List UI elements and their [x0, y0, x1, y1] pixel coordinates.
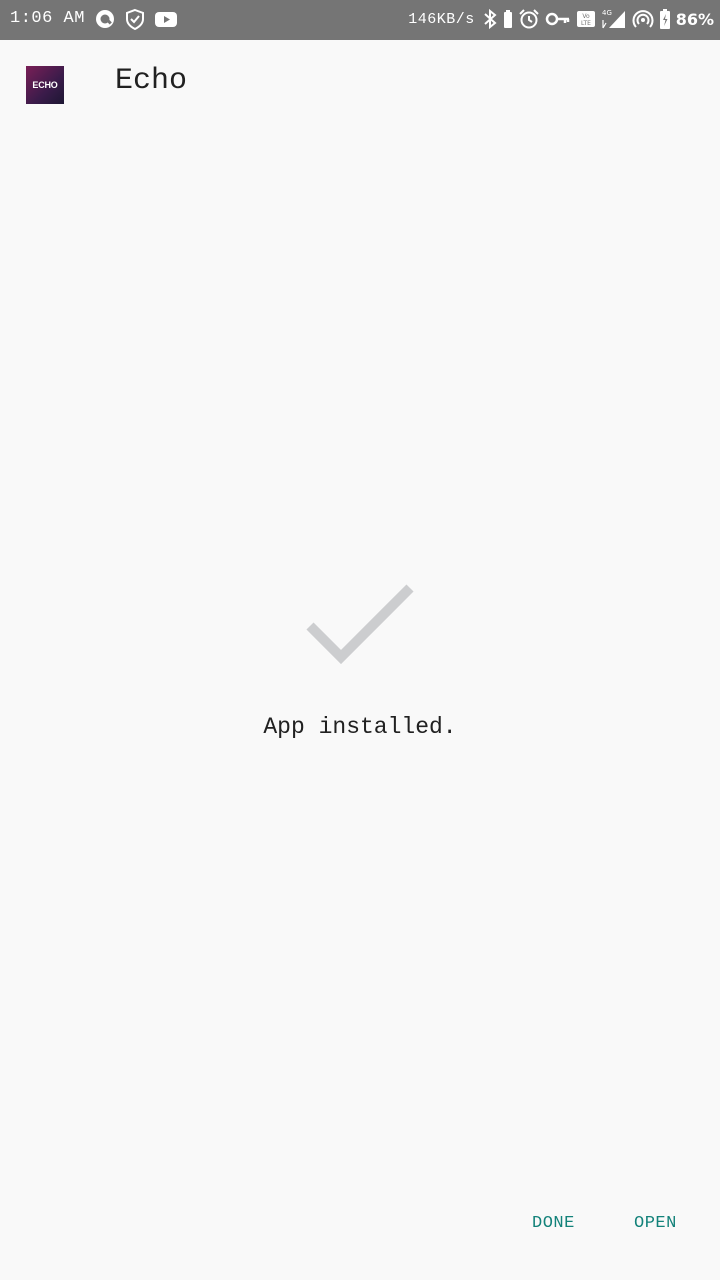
signal-icon: 4G	[601, 8, 627, 30]
install-status-message: App installed.	[263, 714, 457, 740]
app-icon: ECHO	[26, 66, 64, 104]
app-name: Echo	[115, 64, 188, 98]
svg-text:Vo: Vo	[582, 13, 590, 20]
system-status-icons: 146KB/s Vo LTE 4G 86%	[408, 8, 714, 30]
checkmark-icon	[300, 576, 420, 672]
status-time: 1:06 AM	[10, 9, 85, 28]
notification-icons	[94, 8, 177, 30]
vpn-key-icon	[545, 8, 571, 30]
volte-icon: Vo LTE	[576, 8, 596, 30]
youtube-icon	[154, 8, 177, 30]
battery-percent: 86%	[675, 9, 714, 29]
network-speed: 146KB/s	[408, 10, 475, 28]
bluetooth-icon	[482, 8, 498, 30]
alarm-icon	[518, 8, 540, 30]
done-button[interactable]: DONE	[532, 1210, 575, 1237]
app-icon-label: ECHO	[32, 80, 58, 90]
hotspot-icon	[632, 8, 654, 30]
status-bar: 1:06 AM 146KB/s Vo LTE 4G 86%	[0, 0, 720, 40]
battery-saver-icon	[503, 8, 513, 30]
app-header: ECHO Echo	[0, 40, 720, 130]
network-type-label: 4G	[602, 9, 612, 17]
q-app-icon	[94, 8, 116, 30]
shield-check-icon	[124, 8, 146, 30]
svg-text:LTE: LTE	[581, 20, 591, 27]
battery-charging-icon	[659, 8, 671, 30]
open-button[interactable]: OPEN	[634, 1210, 677, 1237]
